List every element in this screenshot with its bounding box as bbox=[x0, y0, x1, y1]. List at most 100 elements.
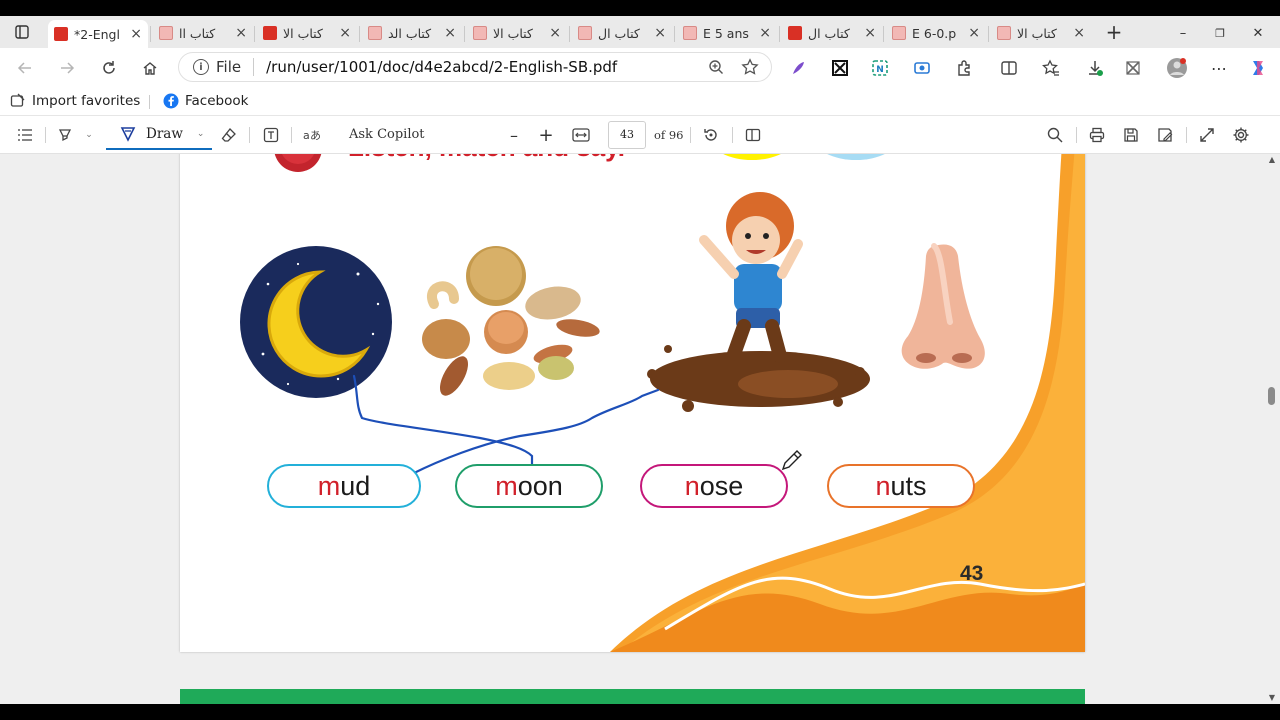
tab-actions-icon[interactable] bbox=[10, 20, 34, 44]
tab-close-icon[interactable]: × bbox=[654, 25, 666, 41]
address-url[interactable]: /run/user/1001/doc/d4e2abcd/2-English-SB… bbox=[266, 58, 703, 76]
tab-divider bbox=[779, 26, 780, 42]
tab-close-icon[interactable]: × bbox=[444, 25, 456, 41]
extensions-puzzle-icon[interactable] bbox=[953, 57, 975, 79]
zoom-icon[interactable] bbox=[703, 54, 729, 80]
draw-options-chevron-icon[interactable]: ⌄ bbox=[197, 129, 205, 139]
home-button[interactable] bbox=[137, 55, 163, 81]
info-icon[interactable]: i bbox=[193, 59, 209, 75]
browser-tab[interactable]: كتاب الا × bbox=[257, 20, 357, 46]
favorite-import[interactable]: Import favorites bbox=[10, 91, 140, 111]
favorite-facebook[interactable]: Facebook bbox=[163, 91, 248, 111]
tab-divider bbox=[988, 26, 989, 42]
tab-title: كتاب الا bbox=[493, 25, 533, 41]
tab-strip: *2-Engl × كتاب اا × كتاب الا × كتاب الد × كتاب ا… bbox=[0, 16, 1280, 48]
split-screen-icon[interactable] bbox=[998, 57, 1020, 79]
minimize-button[interactable]: – bbox=[1172, 22, 1194, 44]
navigation-bar: i File /run/user/1001/doc/d4e2abcd/2-Eng… bbox=[0, 48, 1280, 86]
word-card-nuts[interactable]: n uts bbox=[827, 464, 975, 508]
tab-close-icon[interactable]: × bbox=[759, 25, 771, 41]
word-rest: ud bbox=[340, 470, 371, 501]
word-card-nose[interactable]: n ose bbox=[640, 464, 788, 508]
profile-avatar-icon[interactable] bbox=[1166, 57, 1188, 79]
screenshot-extension-icon[interactable] bbox=[829, 57, 851, 79]
feather-extension-icon[interactable] bbox=[787, 57, 809, 79]
table-of-contents-icon[interactable] bbox=[14, 123, 36, 147]
tab-title: كتاب اا bbox=[179, 25, 216, 41]
next-pdf-page[interactable] bbox=[180, 689, 1085, 704]
notes-extension-icon[interactable]: N bbox=[869, 57, 891, 79]
close-window-button[interactable]: ✕ bbox=[1247, 22, 1269, 44]
browser-tab[interactable]: E 5 ans × bbox=[677, 20, 777, 46]
zoom-in-button[interactable]: + bbox=[535, 123, 557, 147]
tab-close-icon[interactable]: × bbox=[130, 26, 142, 42]
tab-close-icon[interactable]: × bbox=[864, 25, 876, 41]
draw-button[interactable]: Draw ⌄ bbox=[106, 120, 212, 150]
browser-tab[interactable]: كتاب الا × bbox=[991, 20, 1091, 46]
back-button[interactable] bbox=[12, 55, 38, 81]
tab-close-icon[interactable]: × bbox=[339, 25, 351, 41]
restore-button[interactable]: ❐ bbox=[1209, 22, 1231, 44]
tab-close-icon[interactable]: × bbox=[235, 25, 247, 41]
pdf-file-icon bbox=[892, 26, 906, 40]
highlight-icon[interactable] bbox=[54, 123, 76, 147]
address-bar[interactable]: i File /run/user/1001/doc/d4e2abcd/2-Eng… bbox=[178, 52, 772, 82]
fullscreen-icon[interactable] bbox=[1196, 123, 1218, 147]
refresh-button[interactable] bbox=[96, 55, 122, 81]
forward-button[interactable] bbox=[54, 55, 80, 81]
new-tab-button[interactable]: + bbox=[1102, 20, 1126, 44]
eraser-icon[interactable] bbox=[218, 123, 240, 147]
rotate-icon[interactable] bbox=[700, 123, 722, 147]
browser-tab[interactable]: كتاب ال × bbox=[572, 20, 672, 46]
pdf-page[interactable]: Listen, match and say. bbox=[180, 154, 1085, 652]
scrollbar-thumb[interactable] bbox=[1268, 387, 1275, 405]
add-text-icon[interactable] bbox=[260, 123, 282, 147]
search-icon[interactable] bbox=[1044, 123, 1066, 147]
fit-to-width-icon[interactable] bbox=[570, 123, 592, 147]
print-icon[interactable] bbox=[1086, 123, 1108, 147]
downloads-icon[interactable] bbox=[1084, 57, 1106, 79]
toolbar-divider bbox=[1186, 127, 1187, 143]
word-first-letter: n bbox=[684, 470, 700, 501]
copilot-icon[interactable] bbox=[1247, 57, 1269, 79]
favorites-icon[interactable] bbox=[1040, 57, 1062, 79]
vertical-scrollbar[interactable]: ▲ ▼ bbox=[1268, 154, 1276, 704]
tab-divider bbox=[569, 26, 570, 42]
import-icon bbox=[10, 93, 26, 109]
browser-tab[interactable]: كتاب الا × bbox=[467, 20, 567, 46]
tab-divider bbox=[359, 26, 360, 42]
svg-text:あ: あ bbox=[310, 129, 321, 142]
refresh-icon bbox=[103, 61, 115, 74]
save-icon[interactable] bbox=[1120, 123, 1142, 147]
pdf-viewer[interactable]: Listen, match and say. bbox=[0, 154, 1280, 704]
browser-tab[interactable]: كتاب ال × bbox=[782, 20, 882, 46]
tab-close-icon[interactable]: × bbox=[968, 25, 980, 41]
tab-divider bbox=[883, 26, 884, 42]
favorites-bar: Import favorites Facebook bbox=[0, 86, 1280, 116]
pdf-file-icon bbox=[578, 26, 592, 40]
tab-close-icon[interactable]: × bbox=[1073, 25, 1085, 41]
scroll-down-arrow-icon[interactable]: ▼ bbox=[1268, 694, 1276, 702]
browser-tab[interactable]: *2-Engl × bbox=[48, 20, 148, 48]
browser-tab[interactable]: كتاب الد × bbox=[362, 20, 462, 46]
word-card-mud[interactable]: m ud bbox=[267, 464, 421, 508]
favorite-star-icon[interactable] bbox=[737, 54, 763, 80]
toolbar-divider bbox=[291, 127, 292, 143]
record-extension-icon[interactable] bbox=[911, 57, 933, 79]
ask-copilot-button[interactable]: Ask Copilot bbox=[349, 127, 425, 142]
word-card-moon[interactable]: m oon bbox=[455, 464, 603, 508]
highlight-options-chevron-icon[interactable]: ⌄ bbox=[82, 123, 96, 147]
forward-arrow-icon bbox=[61, 62, 75, 74]
zoom-out-button[interactable]: – bbox=[503, 123, 525, 147]
settings-gear-icon[interactable] bbox=[1230, 123, 1252, 147]
page-number-input[interactable]: 43 bbox=[608, 121, 646, 149]
page-view-icon[interactable] bbox=[742, 123, 764, 147]
more-menu-icon[interactable]: ⋯ bbox=[1208, 57, 1230, 79]
browser-essentials-icon[interactable] bbox=[1122, 57, 1144, 79]
save-as-icon[interactable] bbox=[1154, 123, 1176, 147]
read-aloud-icon[interactable]: aあ bbox=[300, 123, 324, 147]
browser-tab[interactable]: E 6-0.p × bbox=[886, 20, 986, 46]
browser-tab[interactable]: كتاب اا × bbox=[153, 20, 253, 46]
tab-close-icon[interactable]: × bbox=[549, 25, 561, 41]
scroll-up-arrow-icon[interactable]: ▲ bbox=[1268, 156, 1276, 164]
